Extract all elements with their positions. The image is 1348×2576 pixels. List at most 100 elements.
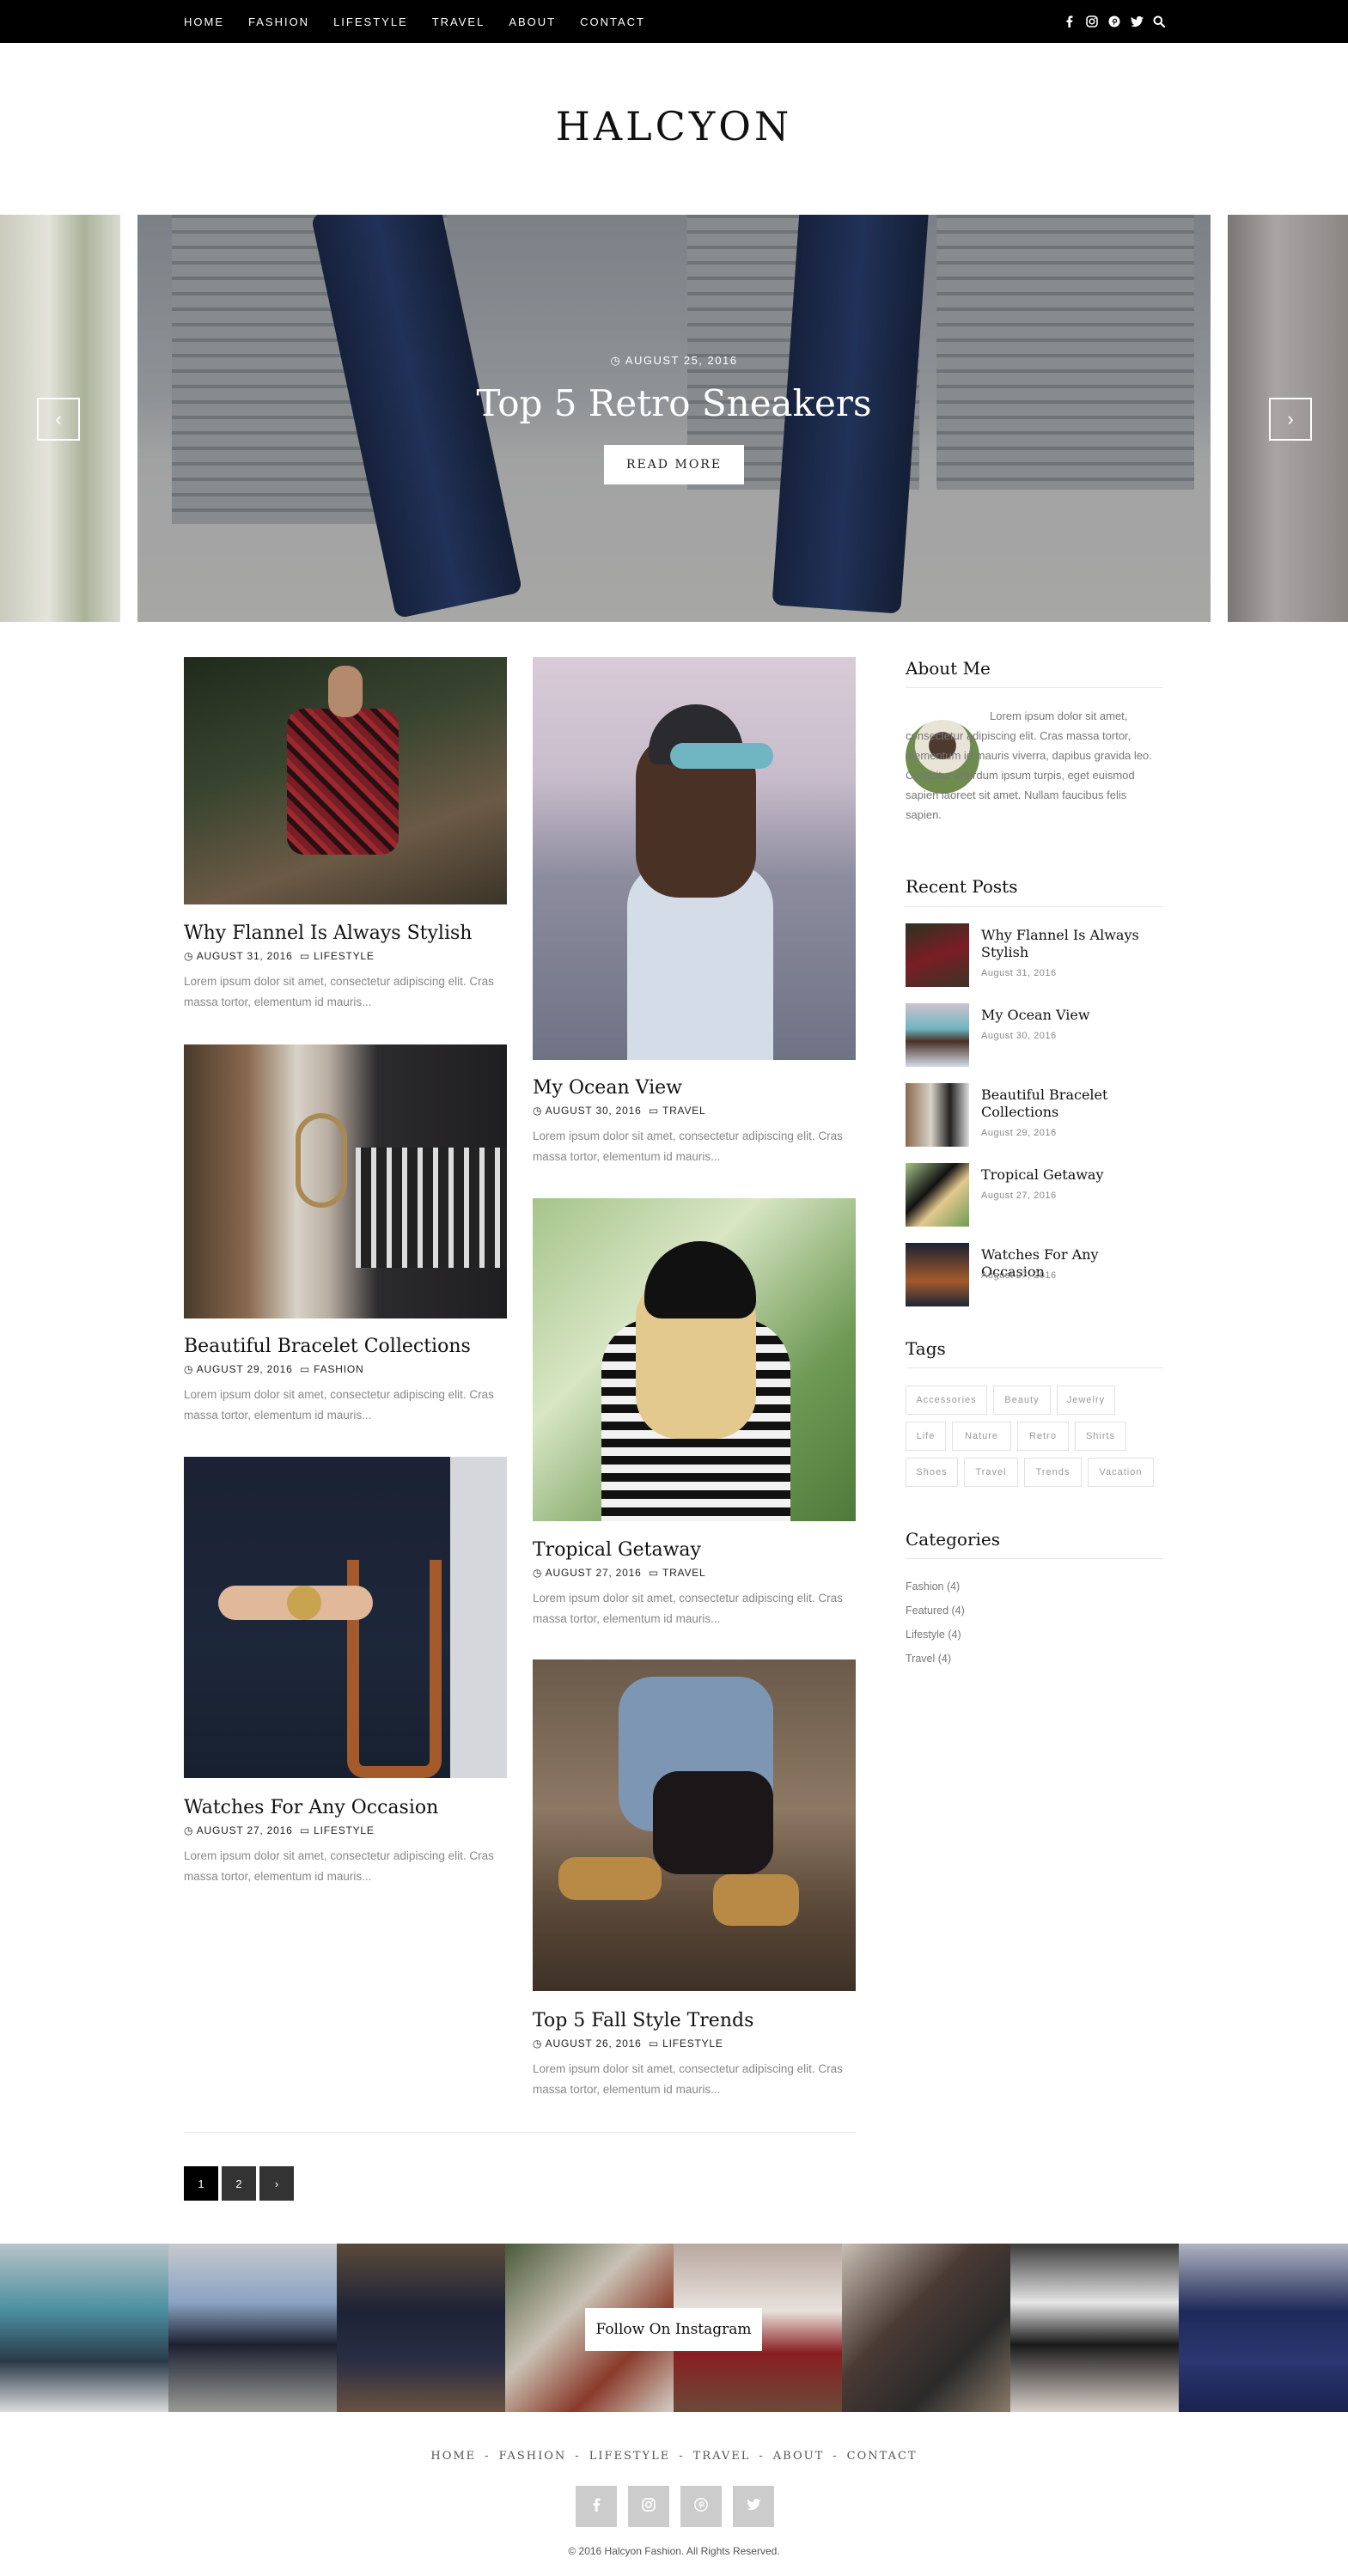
page-1-button[interactable]: 1 bbox=[184, 2166, 218, 2201]
nav-fashion[interactable]: FASHION bbox=[248, 15, 309, 28]
category-travel[interactable]: Travel (4) bbox=[906, 1653, 951, 1665]
post-date: AUGUST 30, 2016 bbox=[545, 1105, 642, 1117]
nav-travel[interactable]: TRAVEL bbox=[432, 15, 485, 28]
footer-nav-fashion[interactable]: FASHION bbox=[499, 2450, 567, 2463]
category-fashion[interactable]: Fashion (4) bbox=[906, 1580, 960, 1592]
instagram-photo[interactable] bbox=[168, 2244, 337, 2412]
recent-post-thumb[interactable] bbox=[906, 1003, 969, 1067]
recent-post-item[interactable]: Beautiful Bracelet Collections August 29… bbox=[906, 1083, 1163, 1147]
slider-next-button[interactable]: › bbox=[1269, 398, 1312, 441]
category-lifestyle[interactable]: Lifestyle (4) bbox=[906, 1629, 961, 1641]
tag-beauty[interactable]: Beauty bbox=[993, 1385, 1051, 1415]
slider-date: AUGUST 25, 2016 bbox=[625, 354, 738, 367]
page-2-button[interactable]: 2 bbox=[222, 2166, 256, 2201]
post-category[interactable]: LIFESTYLE bbox=[662, 2037, 723, 2049]
post-meta: ◷ AUGUST 29, 2016 ▭ FASHION bbox=[184, 1363, 363, 1375]
about-title: About Me bbox=[906, 658, 991, 679]
instagram-photo[interactable] bbox=[337, 2244, 505, 2412]
search-icon[interactable] bbox=[1152, 15, 1166, 28]
footer-separator: - bbox=[679, 2450, 685, 2463]
post-meta: ◷ AUGUST 26, 2016 ▭ LIFESTYLE bbox=[533, 2037, 723, 2049]
recent-post-thumb[interactable] bbox=[906, 1243, 969, 1306]
footer-facebook-button[interactable] bbox=[576, 2486, 617, 2527]
recent-post-item[interactable]: Why Flannel Is Always Stylish August 31,… bbox=[906, 923, 1163, 987]
tag-accessories[interactable]: Accessories bbox=[906, 1385, 987, 1415]
facebook-icon[interactable] bbox=[1063, 15, 1077, 28]
instagram-photo[interactable] bbox=[0, 2244, 168, 2412]
footer-nav-about[interactable]: ABOUT bbox=[773, 2450, 824, 2463]
recent-post-thumb[interactable] bbox=[906, 923, 969, 987]
instagram-photo[interactable] bbox=[842, 2244, 1010, 2412]
category-featured[interactable]: Featured (4) bbox=[906, 1605, 965, 1617]
footer-nav-travel[interactable]: TRAVEL bbox=[693, 2450, 751, 2463]
recent-post-item[interactable]: Tropical Getaway August 27, 2016 bbox=[906, 1163, 1163, 1227]
recent-post-thumb[interactable] bbox=[906, 1163, 969, 1227]
post-title[interactable]: Top 5 Fall Style Trends bbox=[533, 2010, 753, 2031]
post-title[interactable]: My Ocean View bbox=[533, 1077, 682, 1099]
recent-post-thumb[interactable] bbox=[906, 1083, 969, 1147]
nav-contact[interactable]: CONTACT bbox=[580, 15, 645, 28]
instagram-photo[interactable] bbox=[1179, 2244, 1348, 2412]
recent-post-title[interactable]: My Ocean View bbox=[981, 1007, 1162, 1024]
footer-separator: - bbox=[485, 2450, 491, 2463]
folder-icon: ▭ bbox=[648, 1105, 662, 1117]
recent-post-title[interactable]: Why Flannel Is Always Stylish bbox=[981, 927, 1162, 961]
footer-menu: HOME - FASHION - LIFESTYLE - TRAVEL - AB… bbox=[0, 2450, 1348, 2463]
chevron-right-icon: › bbox=[1287, 408, 1294, 429]
footer-pinterest-button[interactable] bbox=[680, 2486, 722, 2527]
slider-prev-button[interactable]: ‹ bbox=[37, 398, 80, 441]
folder-icon: ▭ bbox=[299, 950, 314, 962]
post-image[interactable] bbox=[533, 657, 856, 1060]
post-title[interactable]: Why Flannel Is Always Stylish bbox=[184, 923, 472, 944]
tag-trends[interactable]: Trends bbox=[1024, 1458, 1082, 1487]
footer-twitter-button[interactable] bbox=[733, 2486, 774, 2527]
post-title[interactable]: Tropical Getaway bbox=[533, 1539, 701, 1561]
post-category[interactable]: FASHION bbox=[314, 1363, 363, 1375]
post-title[interactable]: Watches For Any Occasion bbox=[184, 1797, 438, 1818]
post-image[interactable] bbox=[533, 1198, 856, 1521]
tag-shoes[interactable]: Shoes bbox=[906, 1458, 958, 1487]
instagram-photo[interactable] bbox=[1010, 2244, 1179, 2412]
tag-travel[interactable]: Travel bbox=[964, 1458, 1018, 1487]
recent-post-date: August 30, 2016 bbox=[981, 1031, 1057, 1041]
tag-nature[interactable]: Nature bbox=[952, 1422, 1011, 1451]
page-next-button[interactable]: › bbox=[259, 2166, 294, 2201]
footer-instagram-button[interactable] bbox=[628, 2486, 669, 2527]
follow-instagram-button[interactable]: Follow On Instagram bbox=[585, 2308, 762, 2351]
post-image[interactable] bbox=[533, 1659, 856, 1991]
post-image[interactable] bbox=[184, 1044, 507, 1318]
tag-shirts[interactable]: Shirts bbox=[1075, 1422, 1126, 1451]
post-category[interactable]: LIFESTYLE bbox=[314, 950, 375, 962]
slider-title[interactable]: Top 5 Retro Sneakers bbox=[137, 382, 1211, 424]
post-image[interactable] bbox=[184, 657, 507, 904]
footer-nav-contact[interactable]: CONTACT bbox=[847, 2450, 918, 2463]
nav-social bbox=[1063, 0, 1166, 43]
recent-post-item[interactable]: Watches For Any Occasion August 27, 2016 bbox=[906, 1243, 1163, 1306]
recent-post-title[interactable]: Tropical Getaway bbox=[981, 1166, 1162, 1184]
read-more-button[interactable]: READ MORE bbox=[604, 445, 744, 484]
slider-featured-image[interactable]: ◷ AUGUST 25, 2016 Top 5 Retro Sneakers R… bbox=[137, 215, 1211, 622]
nav-about[interactable]: ABOUT bbox=[509, 15, 556, 28]
post-image[interactable] bbox=[184, 1457, 507, 1778]
post-excerpt: Lorem ipsum dolor sit amet, consectetur … bbox=[533, 2062, 843, 2096]
recent-post-title[interactable]: Beautiful Bracelet Collections bbox=[981, 1087, 1162, 1121]
tag-vacation[interactable]: Vacation bbox=[1088, 1458, 1154, 1487]
nav-lifestyle[interactable]: LIFESTYLE bbox=[333, 15, 408, 28]
tag-life[interactable]: Life bbox=[906, 1422, 946, 1451]
twitter-icon[interactable] bbox=[1130, 15, 1144, 28]
site-logo[interactable]: HALCYON bbox=[0, 103, 1348, 149]
recent-post-item[interactable]: My Ocean View August 30, 2016 bbox=[906, 1003, 1163, 1067]
post-category[interactable]: TRAVEL bbox=[662, 1567, 706, 1579]
widget-divider bbox=[906, 1558, 1163, 1559]
post-category[interactable]: LIFESTYLE bbox=[314, 1824, 375, 1836]
post-category[interactable]: TRAVEL bbox=[662, 1105, 706, 1117]
nav-home[interactable]: HOME bbox=[184, 15, 224, 28]
footer-nav-home[interactable]: HOME bbox=[430, 2450, 476, 2463]
post-meta: ◷ AUGUST 27, 2016 ▭ TRAVEL bbox=[533, 1567, 706, 1579]
post-title[interactable]: Beautiful Bracelet Collections bbox=[184, 1336, 471, 1357]
tag-jewelry[interactable]: Jewelry bbox=[1057, 1385, 1115, 1415]
pinterest-icon[interactable] bbox=[1107, 15, 1121, 28]
footer-nav-lifestyle[interactable]: LIFESTYLE bbox=[589, 2450, 671, 2463]
instagram-icon[interactable] bbox=[1085, 15, 1099, 28]
tag-retro[interactable]: Retro bbox=[1017, 1422, 1069, 1451]
